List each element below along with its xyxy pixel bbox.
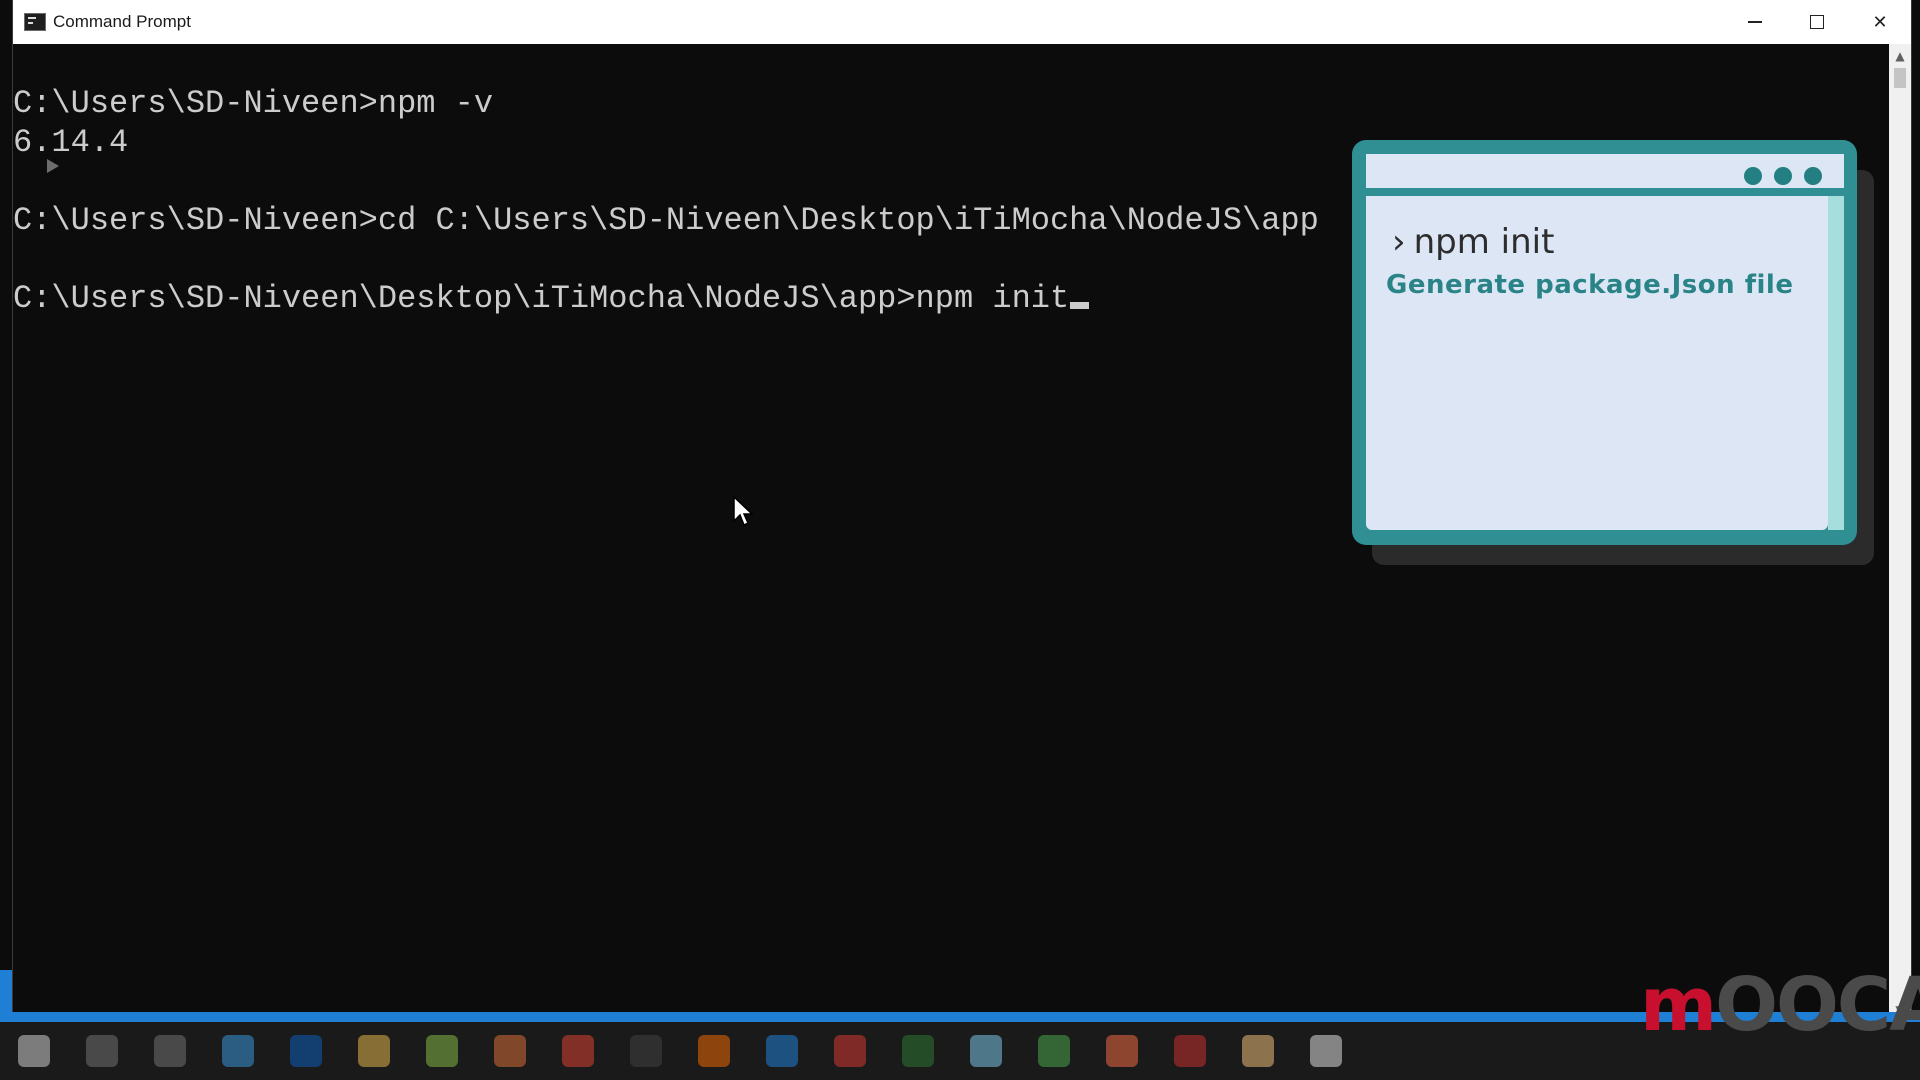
overlay-command-text: npm init bbox=[1413, 222, 1555, 262]
taskbar-app-icon[interactable] bbox=[154, 1035, 186, 1067]
maximize-icon bbox=[1810, 15, 1824, 29]
triangle-marker-icon bbox=[47, 159, 59, 173]
minimize-icon bbox=[1748, 21, 1762, 23]
taskbar-accent-line bbox=[0, 1012, 1920, 1022]
minimize-button[interactable] bbox=[1724, 0, 1786, 44]
text-cursor bbox=[1070, 302, 1090, 309]
overlay-command: › npm init bbox=[1392, 222, 1554, 262]
taskbar-app-icon[interactable] bbox=[426, 1035, 458, 1067]
taskbar-app-icon[interactable] bbox=[18, 1035, 50, 1067]
overlay-card-strip bbox=[1828, 154, 1844, 530]
taskbar-app-icon[interactable] bbox=[222, 1035, 254, 1067]
taskbar-app-icon[interactable] bbox=[766, 1035, 798, 1067]
cmd-app-icon bbox=[24, 13, 46, 31]
taskbar-app-icon[interactable] bbox=[834, 1035, 866, 1067]
taskbar-app-icon[interactable] bbox=[630, 1035, 662, 1067]
taskbar-app-icon[interactable] bbox=[1310, 1035, 1342, 1067]
overlay-card: › npm init Generate package.Json file bbox=[1352, 140, 1857, 545]
console-line: C:\Users\SD-Niveen>cd C:\Users\SD-Niveen… bbox=[13, 202, 1319, 239]
window-title: Command Prompt bbox=[53, 12, 191, 31]
taskbar-app-icon[interactable] bbox=[290, 1035, 322, 1067]
overlay-card-header bbox=[1366, 154, 1844, 196]
console-line: C:\Users\SD-Niveen\Desktop\iTiMocha\Node… bbox=[13, 280, 1070, 317]
taskbar-app-icon[interactable] bbox=[698, 1035, 730, 1067]
overlay-card-body bbox=[1366, 154, 1828, 530]
overlay-description: Generate package.Json file bbox=[1386, 270, 1794, 300]
vertical-scrollbar[interactable]: ▲ ▼ bbox=[1889, 44, 1911, 1022]
taskbar-app-icon[interactable] bbox=[1106, 1035, 1138, 1067]
chevron-right-icon: › bbox=[1392, 222, 1406, 262]
taskbar-app-icon[interactable] bbox=[1242, 1035, 1274, 1067]
taskbar-app-icon[interactable] bbox=[1038, 1035, 1070, 1067]
maximize-button[interactable] bbox=[1786, 0, 1848, 44]
taskbar-app-icon[interactable] bbox=[86, 1035, 118, 1067]
scroll-thumb[interactable] bbox=[1894, 68, 1906, 88]
mooca-logo: mOOCA bbox=[1640, 962, 1920, 1048]
window-dots-icon bbox=[1744, 167, 1822, 185]
taskbar-app-icon[interactable] bbox=[970, 1035, 1002, 1067]
console-line: 6.14.4 bbox=[13, 124, 129, 161]
console-line: C:\Users\SD-Niveen>npm -v bbox=[13, 85, 494, 122]
close-button[interactable]: ✕ bbox=[1849, 0, 1911, 44]
scroll-up-icon[interactable]: ▲ bbox=[1889, 46, 1911, 66]
taskbar-app-icon[interactable] bbox=[902, 1035, 934, 1067]
taskbar-app-icon[interactable] bbox=[562, 1035, 594, 1067]
taskbar-app-icon[interactable] bbox=[494, 1035, 526, 1067]
mouse-pointer-icon bbox=[733, 496, 754, 527]
title-bar[interactable]: Command Prompt ✕ bbox=[13, 0, 1911, 45]
console-prompt-line[interactable]: C:\Users\SD-Niveen\Desktop\iTiMocha\Node… bbox=[13, 279, 1090, 318]
close-icon: ✕ bbox=[1872, 11, 1888, 33]
taskbar-app-icon[interactable] bbox=[1174, 1035, 1206, 1067]
taskbar-app-icon[interactable] bbox=[358, 1035, 390, 1067]
taskbar bbox=[0, 1022, 1920, 1080]
